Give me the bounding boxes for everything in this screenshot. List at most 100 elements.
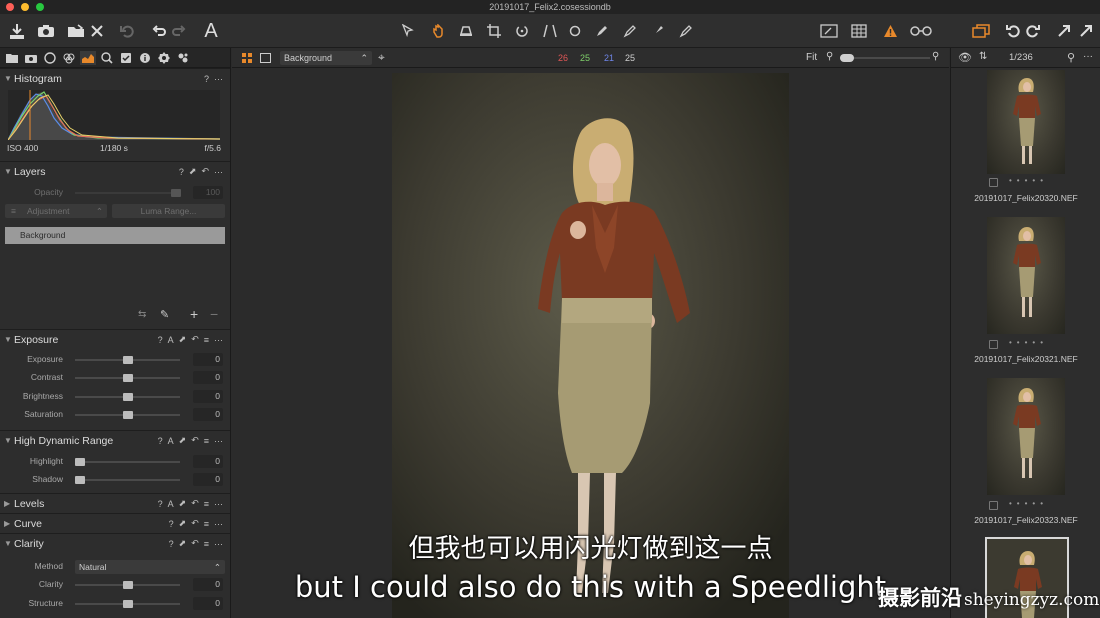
thumbnail-2[interactable] [987,378,1065,495]
zoom-window-button[interactable] [36,3,44,11]
exposure-tab-icon[interactable] [80,50,96,65]
cursor-tool-icon[interactable] [398,14,418,48]
delete-icon[interactable] [88,14,106,48]
clarity-slider-knob[interactable] [123,581,133,589]
pan-tool-icon[interactable] [428,14,448,48]
adjustment-dropdown[interactable]: ≡ Adjustment ⌃ [5,204,107,218]
eye-icon[interactable]: 👁 [958,51,972,64]
reset-icon[interactable]: ↶ [191,498,199,509]
presets-icon[interactable]: ≡ [204,539,209,549]
shadow-value[interactable]: 0 [193,473,223,486]
select-checkbox[interactable] [989,340,998,349]
thumbnail-0[interactable] [987,70,1065,174]
grid-overlay-icon[interactable] [848,14,870,48]
details-tab-icon[interactable] [99,51,115,65]
copy-icon[interactable]: ⬈ [179,538,187,549]
undo-icon[interactable] [150,14,168,48]
help-icon[interactable]: ? [169,539,174,549]
levels-header[interactable]: ▶ Levels ? A ⬈ ↶ ≡ ··· [0,494,230,513]
reset-icon[interactable]: ↶ [191,334,199,345]
multi-view-icon[interactable] [242,53,252,65]
layer-select[interactable]: Background ⌃ [280,51,372,65]
star-rating[interactable]: ••••• [1009,499,1048,508]
luma-range-button[interactable]: Luma Range... [112,204,225,218]
auto-icon[interactable]: A [168,499,174,509]
layer-item-background[interactable]: Background [5,227,225,244]
contrast-slider-knob[interactable] [123,374,133,382]
clarity-header[interactable]: ▼ Clarity ? ⬈ ↶ ≡ ··· [0,534,230,553]
exposure-value[interactable]: 0 [193,353,223,366]
more-options-icon[interactable]: ··· [214,167,223,177]
keystone-tool-icon[interactable] [540,14,560,48]
more-options-icon[interactable]: ··· [214,74,223,84]
opacity-slider[interactable] [75,192,180,194]
shadow-slider[interactable] [75,479,180,481]
redo-icon[interactable] [170,14,188,48]
output-tab-icon[interactable] [156,51,172,65]
auto-icon[interactable]: A [168,335,174,345]
batch-tab-icon[interactable] [175,51,191,65]
zoom-label[interactable]: Fit [806,52,817,63]
variants-stack-icon[interactable] [970,14,992,48]
clarity-value[interactable]: 0 [193,578,223,591]
export-icon[interactable] [1054,14,1074,48]
presets-icon[interactable]: ≡ [204,335,209,345]
copy-icon[interactable]: ⬈ [179,334,187,345]
camera-capture-icon[interactable] [35,14,57,48]
exposure-header[interactable]: ▼ Exposure ? A ⬈ ↶ ≡ ··· [0,330,230,349]
highlight-slider-knob[interactable] [75,458,85,466]
copy-icon[interactable]: ⬈ [189,166,197,177]
library-tab-icon[interactable] [4,51,20,65]
more-options-icon[interactable]: ··· [1083,51,1093,62]
auto-icon[interactable]: A [168,436,174,446]
copy-icon[interactable]: ⬈ [179,518,187,529]
highlight-slider[interactable] [75,461,180,463]
presets-icon[interactable]: ≡ [204,499,209,509]
gradient-tool-icon[interactable] [648,14,668,48]
layers-header[interactable]: ▼ Layers ? ⬈ ↶ ··· [0,162,230,181]
import-icon[interactable] [6,14,28,48]
contrast-value[interactable]: 0 [193,371,223,384]
help-icon[interactable]: ? [158,499,163,509]
lens-tab-icon[interactable] [42,51,58,65]
metadata-tab-icon[interactable] [137,51,153,65]
histogram-header[interactable]: ▼ Histogram ? ··· [0,69,230,88]
minimize-window-button[interactable] [21,3,29,11]
structure-value[interactable]: 0 [193,597,223,610]
process-icon[interactable] [1076,14,1096,48]
more-options-icon[interactable]: ··· [214,335,223,345]
exposure-slider-knob[interactable] [123,356,133,364]
presets-icon[interactable]: ≡ [204,436,209,446]
hdr-header[interactable]: ▼ High Dynamic Range ? A ⬈ ↶ ≡ ··· [0,431,230,450]
text-tool-icon[interactable]: A [200,14,222,48]
add-layer-icon[interactable]: + [190,306,198,322]
help-icon[interactable]: ? [158,436,163,446]
proof-glasses-icon[interactable] [908,14,934,48]
help-icon[interactable]: ? [158,335,163,345]
thumbnail-1[interactable] [987,217,1065,334]
saturation-value[interactable]: 0 [193,408,223,421]
opacity-value[interactable]: 100 [193,186,223,199]
close-window-button[interactable] [6,3,14,11]
move-to-folder-icon[interactable] [66,14,86,48]
zoom-in-icon[interactable]: ⚲ [932,51,939,62]
swap-icon[interactable]: ⇆ [138,309,146,320]
reset-icon[interactable]: ↶ [191,518,199,529]
presets-icon[interactable]: ≡ [204,519,209,529]
star-rating[interactable]: ••••• [1009,176,1048,185]
more-options-icon[interactable]: ··· [214,539,223,549]
brush-menu-icon[interactable]: ✎ [160,308,169,321]
more-options-icon[interactable]: ··· [214,499,223,509]
copy-icon[interactable]: ⬈ [179,435,187,446]
erase-tool-icon[interactable] [620,14,640,48]
reset-icon[interactable]: ↶ [191,435,199,446]
loupe-tool-icon[interactable] [456,14,476,48]
more-options-icon[interactable]: ··· [214,436,223,446]
color-tab-icon[interactable] [61,51,77,65]
saturation-slider-knob[interactable] [123,411,133,419]
shadow-slider-knob[interactable] [75,476,85,484]
brightness-value[interactable]: 0 [193,390,223,403]
rotate-left-icon[interactable] [118,14,136,48]
highlight-value[interactable]: 0 [193,455,223,468]
opacity-slider-knob[interactable] [171,189,181,197]
